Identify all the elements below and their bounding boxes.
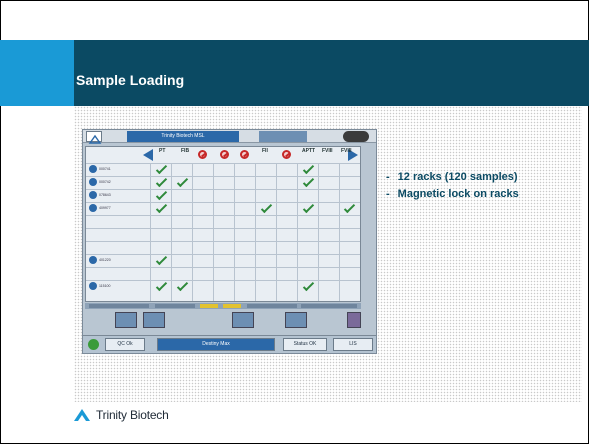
screen-button-row (85, 312, 361, 330)
grid-divider (86, 254, 360, 255)
sample-row[interactable]: 000742 (89, 178, 111, 186)
power-knob-icon[interactable] (343, 131, 369, 142)
grid-divider (86, 215, 360, 216)
column-header-pt: PT (159, 148, 166, 154)
bullet-marker: - (386, 188, 390, 200)
check-icon (302, 279, 315, 292)
no-entry-icon (240, 150, 249, 159)
grid-divider (86, 163, 360, 164)
grid-divider (86, 202, 360, 203)
sample-id: 115100 (99, 284, 111, 288)
check-icon (155, 253, 168, 266)
sample-id: 000741 (99, 167, 111, 171)
title-accent (0, 40, 74, 106)
sample-row[interactable]: 078643 (89, 191, 111, 199)
screen-top-strip: Trinity Biotech MSL (83, 130, 376, 144)
instrument-name: Destiny Max (157, 338, 275, 351)
check-icon (155, 175, 168, 188)
status-button[interactable]: Status OK (283, 338, 327, 351)
load-rack-button[interactable] (115, 312, 137, 328)
check-icon (176, 279, 189, 292)
check-icon (260, 201, 273, 214)
bullet-text: 12 racks (120 samples) (397, 171, 518, 183)
screen-window-title: Trinity Biotech MSL (127, 131, 239, 142)
sample-id: 409977 (99, 206, 111, 210)
grid-divider (86, 280, 360, 281)
screen-bottom-bar: QC Ok Destiny Max Status OK LIS (83, 335, 376, 353)
triangle-logo-icon (86, 131, 102, 144)
check-icon (155, 279, 168, 292)
bullet-text: Magnetic lock on racks (397, 188, 519, 200)
rack-segment (89, 304, 149, 308)
status-led-icon (88, 339, 99, 350)
run-button[interactable] (143, 312, 165, 328)
position-icon (89, 256, 97, 264)
sample-grid: PT FIB FII APTT FVIII FVIII 000741 00074… (85, 146, 361, 302)
check-icon (343, 201, 356, 214)
column-header-fib: FIB (181, 148, 190, 154)
position-icon (89, 191, 97, 199)
bullet-item: - Magnetic lock on racks (386, 186, 519, 203)
bullet-marker: - (386, 171, 390, 183)
qc-status-button[interactable]: QC Ok (105, 338, 145, 351)
sample-id: 078643 (99, 193, 111, 197)
column-header-fii: FII (262, 148, 268, 154)
sample-row[interactable]: 000741 (89, 165, 111, 173)
rack-status-strip (85, 303, 361, 309)
rack-segment (247, 304, 297, 308)
bullet-list: -12 racks (120 samples) - Magnetic lock o… (386, 169, 519, 203)
check-icon (302, 201, 315, 214)
triangle-logo-icon (74, 409, 90, 421)
no-entry-icon (282, 150, 291, 159)
stop-button[interactable] (347, 312, 361, 328)
position-icon (89, 282, 97, 290)
screen-info-panel (259, 131, 307, 142)
position-icon (89, 178, 97, 186)
sample-row[interactable]: 409977 (89, 204, 111, 212)
check-icon (155, 188, 168, 201)
grid-divider (86, 176, 360, 177)
check-icon (302, 175, 315, 188)
analyzer-screenshot: Trinity Biotech MSL PT FIB FII APTT FVII… (82, 129, 377, 354)
check-icon (155, 162, 168, 175)
rack-segment-active (200, 304, 218, 308)
column-header-fviii: FVIII (322, 148, 333, 154)
position-icon (89, 165, 97, 173)
column-header-fviii-2: FVIII (341, 148, 352, 154)
company-logo: Trinity Biotech (72, 407, 169, 423)
bullet-item: -12 racks (120 samples) (386, 169, 519, 186)
lis-button[interactable]: LIS (333, 338, 373, 351)
column-header-aptt: APTT (302, 148, 316, 154)
reports-button[interactable] (285, 312, 307, 328)
check-icon (176, 175, 189, 188)
rack-segment (155, 304, 195, 308)
no-entry-icon (220, 150, 229, 159)
sample-id: 000742 (99, 180, 111, 184)
rack-segment (301, 304, 357, 308)
grid-divider (86, 241, 360, 242)
sample-row[interactable]: 401220 (89, 256, 111, 264)
no-entry-icon (198, 150, 207, 159)
rack-segment-active (223, 304, 241, 308)
results-button[interactable] (232, 312, 254, 328)
arrow-left-icon[interactable] (143, 149, 153, 161)
position-icon (89, 204, 97, 212)
logo-text: Trinity Biotech (96, 408, 169, 422)
sample-row[interactable]: 115100 (89, 282, 110, 290)
grid-divider (86, 189, 360, 190)
check-icon (302, 162, 315, 175)
check-icon (155, 201, 168, 214)
sample-id: 401220 (99, 258, 111, 262)
slide-title: Sample Loading (76, 72, 185, 88)
grid-divider (86, 267, 360, 268)
grid-divider (86, 228, 360, 229)
